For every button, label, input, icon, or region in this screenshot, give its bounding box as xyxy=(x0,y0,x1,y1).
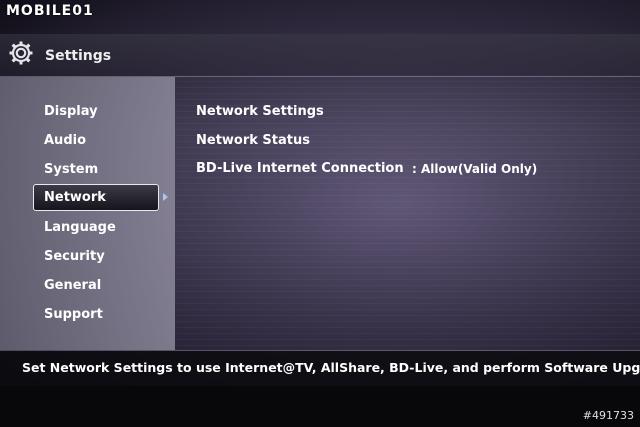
option-network-settings[interactable]: Network Settings xyxy=(196,103,324,121)
sidebar-item-security[interactable]: Security xyxy=(44,246,105,268)
help-text: Set Network Settings to use Internet@TV,… xyxy=(22,360,640,375)
chevron-right-icon xyxy=(163,193,168,201)
watermark-logo: MOBILE01 xyxy=(6,3,94,19)
sidebar-item-general[interactable]: General xyxy=(44,275,101,297)
sidebar-item-network[interactable]: Network xyxy=(33,184,159,211)
option-bd-live-connection[interactable]: BD-Live Internet Connection xyxy=(196,160,404,178)
footer-strip xyxy=(0,386,640,427)
image-id-label: #491733 xyxy=(582,409,634,422)
sidebar-item-language[interactable]: Language xyxy=(44,217,116,239)
tv-screen: MOBILE01 Settings Display Audio System N… xyxy=(0,0,640,427)
sidebar-item-support[interactable]: Support xyxy=(44,304,103,326)
sidebar-item-system[interactable]: System xyxy=(44,159,98,181)
sidebar-item-display[interactable]: Display xyxy=(44,101,98,123)
bd-live-connection-value: : Allow(Valid Only) xyxy=(412,162,538,176)
page-title: Settings xyxy=(45,48,112,64)
gear-icon xyxy=(9,41,33,65)
option-network-status[interactable]: Network Status xyxy=(196,132,310,150)
sidebar-item-audio[interactable]: Audio xyxy=(44,130,86,152)
